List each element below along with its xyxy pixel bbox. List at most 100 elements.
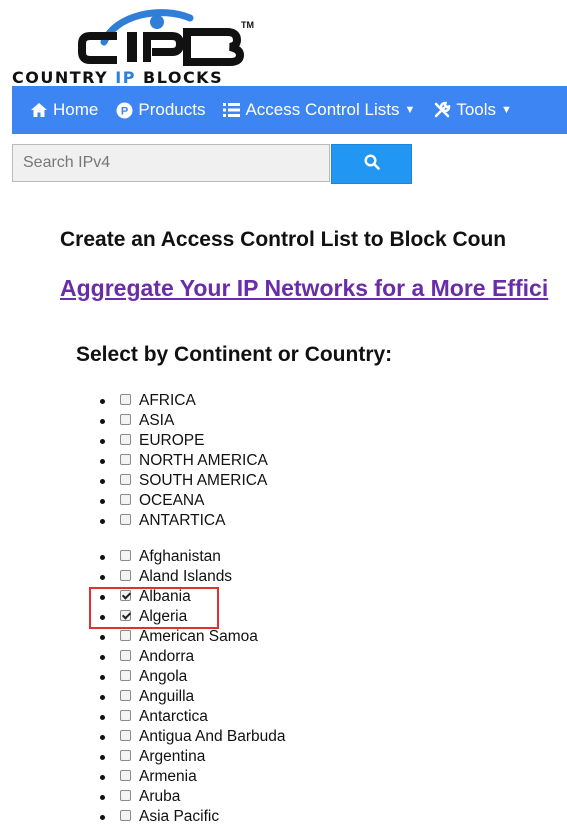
list-bullet <box>100 419 105 424</box>
logo-tagline-country: COUNTRY <box>12 68 109 87</box>
continent-checkbox[interactable] <box>120 414 131 425</box>
continent-item: NORTH AMERICA <box>0 451 268 471</box>
nav-home[interactable]: Home <box>12 100 98 120</box>
country-checkbox[interactable] <box>120 550 131 561</box>
list-bullet <box>100 615 105 620</box>
continent-label: SOUTH AMERICA <box>139 472 268 489</box>
search-ipv4-input[interactable] <box>12 144 330 182</box>
country-list: Afghanistan Aland Islands Albania Algeria Am… <box>0 547 286 827</box>
country-ip-blocks-logo[interactable]: TM COUNTRY IP BLOCKS <box>12 8 312 87</box>
caret-down-icon: ▼ <box>404 104 416 116</box>
country-label: Afghanistan <box>139 548 221 565</box>
page: TM COUNTRY IP BLOCKS Home P Products Acc… <box>0 0 567 829</box>
country-checkbox[interactable] <box>120 570 131 581</box>
continent-item: OCEANA <box>0 491 204 511</box>
country-label: Anguilla <box>139 688 195 705</box>
nav-tools[interactable]: Tools ▼ <box>415 100 512 120</box>
country-item: Armenia <box>0 767 197 787</box>
nav-tools-label: Tools <box>456 100 497 119</box>
country-item: Afghanistan <box>0 547 221 567</box>
country-item: Aruba <box>0 787 180 807</box>
country-item: Anguilla <box>0 687 194 707</box>
country-item: Albania <box>0 587 191 607</box>
list-bullet <box>100 655 105 660</box>
continent-list: AFRICA ASIA EUROPE NORTH AMERICA SOUTH AMERI… <box>0 391 268 531</box>
country-label: Andorra <box>139 648 195 665</box>
select-continent-country-heading: Select by Continent or Country: <box>76 343 393 366</box>
country-checkbox[interactable] <box>120 690 131 701</box>
logo-graphic: TM <box>78 9 254 66</box>
continent-label: AFRICA <box>139 392 196 409</box>
country-checkbox[interactable] <box>120 730 131 741</box>
country-label: Aland Islands <box>139 568 233 585</box>
continent-checkbox[interactable] <box>120 514 131 525</box>
country-label: Armenia <box>139 768 197 785</box>
country-item: Asia Pacific <box>0 807 219 827</box>
country-checkbox[interactable] <box>120 770 131 781</box>
country-item: Antigua And Barbuda <box>0 727 286 747</box>
continent-label: OCEANA <box>139 492 205 509</box>
continent-label: NORTH AMERICA <box>139 452 268 469</box>
country-checkbox[interactable] <box>120 610 131 621</box>
products-circle-p-icon: P <box>116 102 133 119</box>
list-bullet <box>100 575 105 580</box>
list-bullet <box>100 519 105 524</box>
continent-checkbox[interactable] <box>120 394 131 405</box>
list-bullet <box>100 439 105 444</box>
nav-acl-label: Access Control Lists <box>245 100 400 119</box>
country-checkbox[interactable] <box>120 630 131 641</box>
aggregate-networks-link[interactable]: Aggregate Your IP Networks for a More Ef… <box>60 275 548 302</box>
country-item: American Samoa <box>0 627 258 647</box>
logo-tagline-ip: IP <box>115 68 136 87</box>
svg-text:P: P <box>121 105 128 117</box>
nav-products-label: Products <box>138 100 206 119</box>
list-bullet <box>100 775 105 780</box>
continent-item: AFRICA <box>0 391 196 411</box>
list-icon <box>223 103 241 117</box>
list-bullet <box>100 815 105 820</box>
country-label: Aruba <box>139 788 181 805</box>
logo-tagline: COUNTRY IP BLOCKS <box>12 68 223 87</box>
nav-home-label: Home <box>53 100 99 119</box>
search-button[interactable] <box>331 144 412 184</box>
country-checkbox[interactable] <box>120 810 131 821</box>
continent-checkbox[interactable] <box>120 474 131 485</box>
continent-item: EUROPE <box>0 431 204 451</box>
country-label: American Samoa <box>139 628 258 645</box>
list-bullet <box>100 555 105 560</box>
country-checkbox[interactable] <box>120 670 131 681</box>
trademark-mark: TM <box>241 20 254 30</box>
country-label: Angola <box>139 668 188 685</box>
country-label: Algeria <box>139 608 188 625</box>
country-checkbox[interactable] <box>120 750 131 761</box>
nav-products[interactable]: P Products <box>98 100 205 120</box>
page-title-create-acl: Create an Access Control List to Block C… <box>60 228 507 251</box>
list-bullet <box>100 399 105 404</box>
logo-tagline-blocks: BLOCKS <box>143 68 224 87</box>
country-label: Antarctica <box>139 708 208 725</box>
country-checkbox[interactable] <box>120 590 131 601</box>
continent-label: ASIA <box>139 412 175 429</box>
country-label: Antigua And Barbuda <box>139 728 286 745</box>
country-checkbox[interactable] <box>120 650 131 661</box>
nav-access-control-lists[interactable]: Access Control Lists ▼ <box>205 100 415 120</box>
country-checkbox[interactable] <box>120 710 131 721</box>
country-item: Angola <box>0 667 187 687</box>
continent-item: SOUTH AMERICA <box>0 471 267 491</box>
continent-checkbox[interactable] <box>120 494 131 505</box>
list-bullet <box>100 675 105 680</box>
country-item: Algeria <box>0 607 187 627</box>
list-bullet <box>100 695 105 700</box>
list-bullet <box>100 715 105 720</box>
country-item: Andorra <box>0 647 194 667</box>
country-item: Aland Islands <box>0 567 232 587</box>
continent-label: ANTARTICA <box>139 512 226 529</box>
list-bullet <box>100 735 105 740</box>
continent-checkbox[interactable] <box>120 434 131 445</box>
continent-label: EUROPE <box>139 432 205 449</box>
country-item: Argentina <box>0 747 205 767</box>
continent-checkbox[interactable] <box>120 454 131 465</box>
list-bullet <box>100 635 105 640</box>
country-checkbox[interactable] <box>120 790 131 801</box>
search-icon <box>363 153 380 175</box>
